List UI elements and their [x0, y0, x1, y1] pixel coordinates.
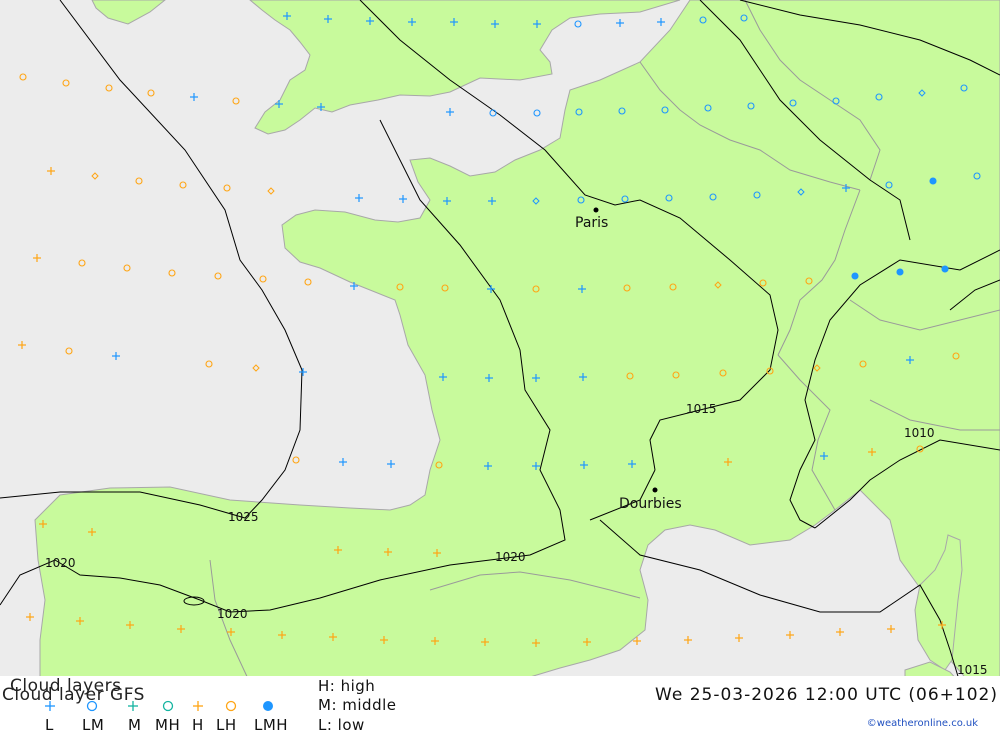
city-label-dourbies: Dourbies	[619, 496, 682, 512]
legend-bar: Cloud layers Cloud layer GFS L LM M MH H…	[0, 676, 1000, 734]
legend-label-l: L	[45, 716, 54, 734]
isobar-label: 1015	[686, 402, 717, 416]
isobar-label: 1020	[495, 550, 526, 564]
dot-all-icon	[263, 701, 273, 711]
city-label-paris: Paris	[575, 215, 608, 231]
legend-label-lh: LH	[216, 716, 237, 734]
circle-low-icon	[86, 700, 98, 712]
forecast-datetime: We 25-03-2026 12:00 UTC (06+102)	[655, 685, 998, 705]
map-canvas: Paris Dourbies 1025 1020 1020 1020 1015 …	[0, 0, 1000, 684]
isobar-label: 1025	[228, 510, 259, 524]
isobar-label: 1015	[957, 663, 988, 677]
plus-middle-icon	[128, 701, 138, 711]
legend-symbols	[45, 700, 273, 712]
plus-high-icon	[193, 701, 203, 711]
isobar-label: 1020	[217, 607, 248, 621]
legend-label-lm: LM	[82, 716, 105, 734]
city-dot-paris	[593, 207, 599, 213]
cloud-dot-icon	[929, 177, 937, 185]
legend-key-middle: M: middle	[318, 696, 397, 714]
circle-middle-icon	[162, 700, 174, 712]
weather-map: Paris Dourbies 1025 1020 1020 1020 1015 …	[0, 0, 1000, 684]
circle-high-icon	[225, 700, 237, 712]
credit-link[interactable]: ©weatheronline.co.uk	[867, 718, 978, 729]
isobar-label: 1020	[45, 556, 76, 570]
legend-key-high: H: high	[318, 677, 376, 695]
city-dot-dourbies	[652, 487, 658, 493]
cloud-dot-icon	[941, 265, 949, 273]
legend-label-h: H	[192, 716, 204, 734]
plus-low-icon	[45, 701, 55, 711]
cloud-dot-icon	[896, 268, 904, 276]
legend-label-m: M	[128, 716, 142, 734]
legend-label-lmh: LMH	[254, 716, 289, 734]
legend-label-mh: MH	[155, 716, 181, 734]
cloud-dot-icon	[851, 272, 859, 280]
legend-key-low: L: low	[318, 716, 365, 734]
isobar-label: 1010	[904, 426, 935, 440]
